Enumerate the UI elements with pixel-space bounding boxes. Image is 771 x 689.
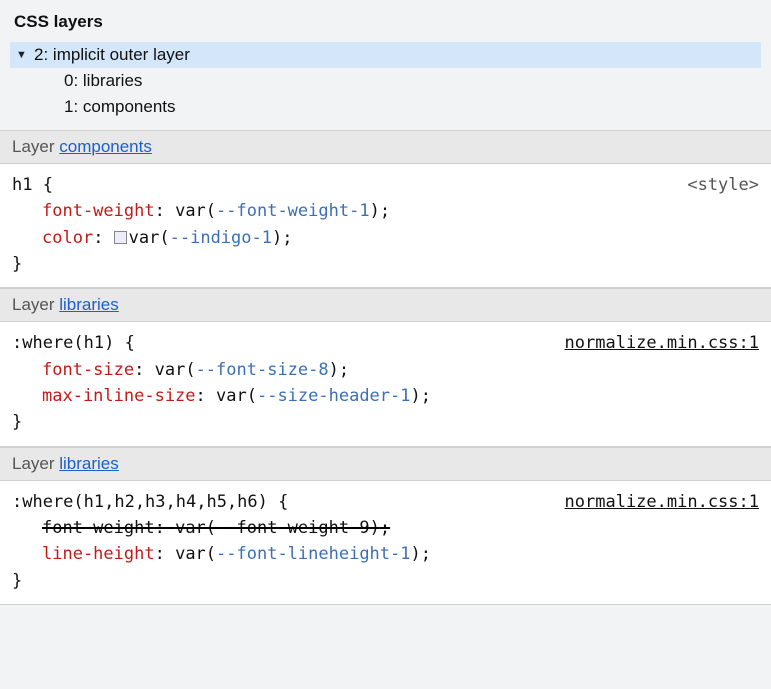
layer-link[interactable]: libraries [59,295,119,314]
css-rule-block: :where(h1) {normalize.min.css:1font-size… [0,322,771,446]
rule-selector[interactable]: h1 { [12,172,53,198]
css-rule-block: :where(h1,h2,h3,h4,h5,h6) { normalize.min… [0,481,771,605]
rule-selector[interactable]: :where(h1,h2,h3,h4,h5,h6) { [12,489,288,515]
property-name: color [42,228,93,248]
css-variable-ref[interactable]: --size-header-1 [257,386,411,406]
layer-tree: ▼ 2: implicit outer layer 0: libraries1:… [0,42,771,130]
panel-title: CSS layers [0,0,771,42]
property-name: line-height [42,544,155,564]
layer-link[interactable]: libraries [59,454,119,473]
css-declaration[interactable]: max-inline-size: var(--size-header-1); [42,383,759,409]
rule-body: font-size: var(--font-size-8);max-inline… [12,357,759,410]
css-declaration[interactable]: font-size: var(--font-size-8); [42,357,759,383]
rule-selector[interactable]: :where(h1) { [12,330,135,356]
rule-source: <style> [687,172,759,198]
css-variable-ref[interactable]: --font-weight-9 [216,518,370,538]
css-declaration[interactable]: font-weight: var(--font-weight-9); [42,515,759,541]
tree-row-root[interactable]: ▼ 2: implicit outer layer [10,42,761,68]
property-name: font-size [42,360,134,380]
tree-row-child[interactable]: 1: components [10,94,761,120]
color-swatch-icon[interactable] [114,231,127,244]
layer-header: Layer components [0,130,771,164]
layer-header: Layer libraries [0,288,771,322]
rule-body: font-weight: var(--font-weight-9);line-h… [12,515,759,568]
css-layers-panel: CSS layers ▼ 2: implicit outer layer 0: … [0,0,771,605]
rule-head: h1 { <style> [12,172,759,198]
tree-root-label: 2: implicit outer layer [34,45,190,65]
layer-label-text: Layer [12,137,59,156]
rule-head: :where(h1) { normalize.min.css:1 [12,330,759,356]
disclosure-triangle-icon[interactable]: ▼ [16,50,28,61]
css-declaration[interactable]: line-height: var(--font-lineheight-1); [42,541,759,567]
rule-body: font-weight: var(--font-weight-1);color:… [12,198,759,251]
layer-link[interactable]: components [59,137,152,156]
css-rule-block: h1 { <style>font-weight: var(--font-weigh… [0,164,771,288]
tree-row-child[interactable]: 0: libraries [10,68,761,94]
property-name: max-inline-size [42,386,196,406]
css-variable-ref[interactable]: --indigo-1 [170,228,272,248]
close-brace: } [12,251,759,277]
css-variable-ref[interactable]: --font-size-8 [196,360,329,380]
layer-label-text: Layer [12,454,59,473]
rule-head: :where(h1,h2,h3,h4,h5,h6) { normalize.min… [12,489,759,515]
css-declaration[interactable]: color: var(--indigo-1); [42,225,759,251]
layer-header: Layer libraries [0,447,771,481]
close-brace: } [12,568,759,594]
css-variable-ref[interactable]: --font-weight-1 [216,201,370,221]
layer-label-text: Layer [12,295,59,314]
css-declaration[interactable]: font-weight: var(--font-weight-1); [42,198,759,224]
css-variable-ref[interactable]: --font-lineheight-1 [216,544,410,564]
property-name: font-weight [42,518,155,538]
rule-source[interactable]: normalize.min.css:1 [565,330,759,356]
rule-source[interactable]: normalize.min.css:1 [565,489,759,515]
property-name: font-weight [42,201,155,221]
close-brace: } [12,409,759,435]
